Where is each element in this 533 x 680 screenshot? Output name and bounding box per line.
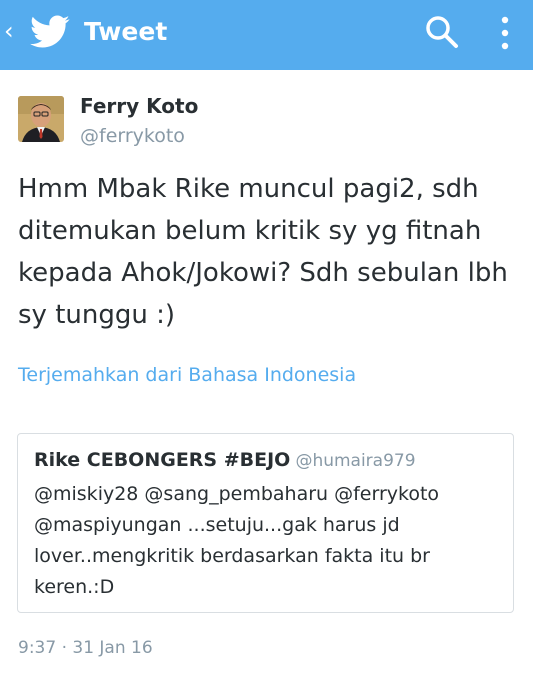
search-icon[interactable]: [424, 14, 460, 50]
avatar[interactable]: [18, 96, 64, 142]
translate-link[interactable]: Terjemahkan dari Bahasa Indonesia: [18, 361, 356, 389]
author-name[interactable]: Ferry Koto: [80, 93, 198, 119]
quoted-tweet-card[interactable]: Rike CEBONGERS #BEJO @humaira979 @miskiy…: [17, 433, 514, 613]
quoted-author-handle: @humaira979: [295, 451, 416, 471]
chevron-left-icon[interactable]: ‹: [4, 16, 14, 46]
page-title: Tweet: [84, 17, 168, 46]
twitter-bird-icon[interactable]: [30, 15, 70, 49]
quoted-author-name: Rike CEBONGERS #BEJO: [34, 449, 291, 471]
app-bar: ‹ Tweet: [0, 0, 533, 70]
more-vertical-icon[interactable]: [495, 14, 515, 52]
quoted-tweet-header: Rike CEBONGERS #BEJO @humaira979: [34, 446, 416, 475]
author-handle[interactable]: @ferrykoto: [80, 123, 185, 149]
avatar-image: [18, 96, 64, 142]
quoted-tweet-text: @miskiy28 @sang_pembaharu @ferrykoto @ma…: [34, 483, 440, 598]
tweet-timestamp: 9:37 · 31 Jan 16: [18, 638, 153, 658]
tweet-text: Hmm Mbak Rike muncul pagi2, sdh ditemuka…: [18, 174, 508, 330]
